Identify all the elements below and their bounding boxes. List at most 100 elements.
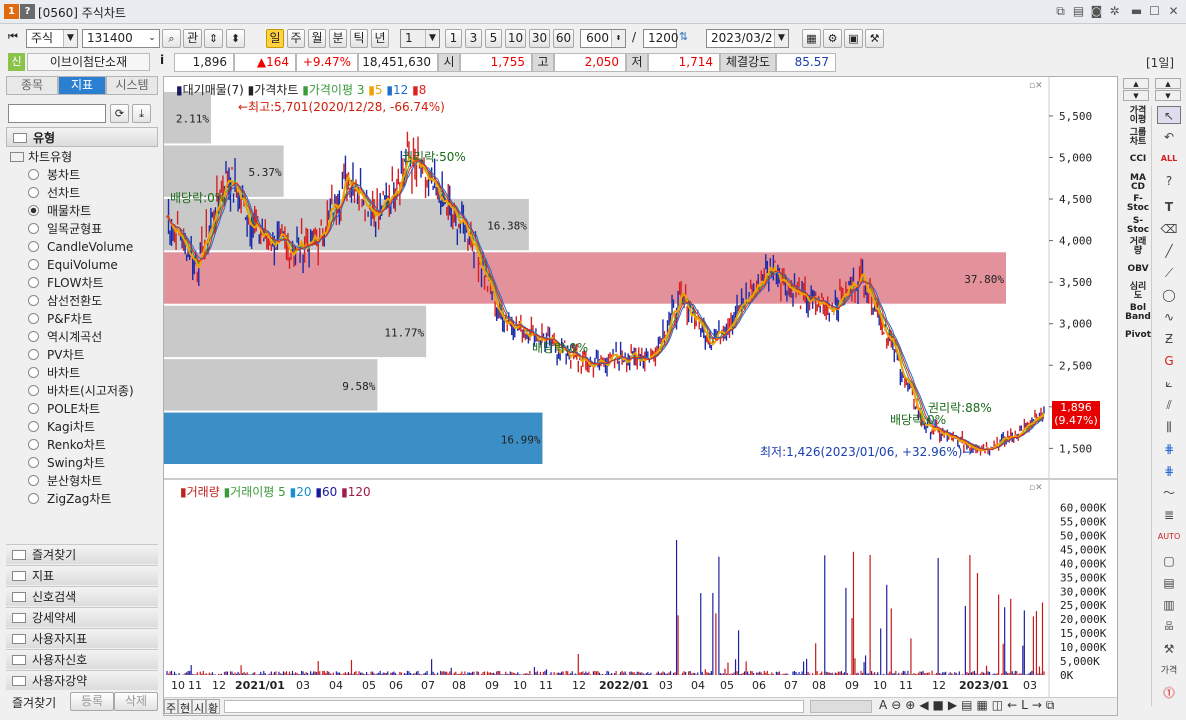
radio-icon[interactable] [28, 223, 39, 234]
chart-type-item[interactable]: 매물차트 [28, 202, 92, 220]
radio-icon[interactable] [28, 493, 39, 504]
interval-60[interactable]: 60 [553, 29, 574, 48]
period-day[interactable]: 일 [266, 29, 284, 48]
alert-icon[interactable]: ⓵ [1157, 684, 1181, 702]
chart-type-item[interactable]: P&F차트 [28, 310, 93, 328]
chart-type-item[interactable]: 바차트 [28, 364, 80, 382]
profile-icon[interactable]: 品 [1157, 618, 1181, 636]
period-month[interactable]: 월 [308, 29, 326, 48]
undo-icon[interactable]: ↶ [1157, 128, 1181, 146]
chart-type-item[interactable]: Swing차트 [28, 454, 105, 472]
chart-type-item[interactable]: POLE차트 [28, 400, 100, 418]
radio-icon[interactable] [28, 295, 39, 306]
tab-system[interactable]: 시스템 [106, 76, 158, 95]
chart-type-item[interactable]: PV차트 [28, 346, 85, 364]
navigation-icons[interactable]: A⊖⊕◀■▶▤▦◫←L→⧉ [879, 698, 1059, 713]
chart-type-item[interactable]: 일목균형표 [28, 220, 102, 238]
updown-icon[interactable]: ⇕ [204, 29, 223, 48]
group-item[interactable]: 즐겨찾기 [6, 544, 158, 564]
radio-icon[interactable] [28, 259, 39, 270]
price-icon[interactable]: 가격 [1157, 662, 1181, 680]
market-select[interactable]: 주식 ▼ [26, 29, 78, 48]
tool-macd[interactable]: MA CD [1125, 174, 1151, 192]
tool-cci[interactable]: CCI [1125, 155, 1151, 164]
group-item[interactable]: 신호검색 [6, 586, 158, 606]
bottom-tab-hyeon[interactable]: 현 [178, 699, 192, 715]
chart-type-item[interactable]: 역시계곡선 [28, 328, 102, 346]
radio-icon[interactable] [28, 313, 39, 324]
radio-icon[interactable] [28, 277, 39, 288]
interval-10[interactable]: 10 [505, 29, 526, 48]
memo-icon[interactable]: ▤ [1070, 3, 1087, 20]
horizontal-scrollbar[interactable] [224, 700, 804, 713]
tool-bollinger[interactable]: Bol Band [1125, 304, 1151, 322]
scroll-down-icon[interactable]: ▼ [1123, 90, 1149, 101]
chart-type-item[interactable]: 봉차트 [28, 166, 80, 184]
scroll-up-icon[interactable]: ▲ [1123, 78, 1149, 89]
reload-icon[interactable]: ⟳ [110, 104, 129, 123]
close-button[interactable]: ✕ [1165, 3, 1182, 20]
search-icon[interactable]: ⌕ [162, 29, 181, 48]
radio-icon[interactable] [28, 349, 39, 360]
cycle-icon[interactable]: ⫼ [1157, 418, 1181, 436]
radio-icon[interactable] [28, 421, 39, 432]
help-icon[interactable]: ? [20, 4, 35, 19]
interval-30[interactable]: 30 [529, 29, 550, 48]
bottom-tab-si[interactable]: 시 [192, 699, 206, 715]
chart-type-item[interactable]: 선차트 [28, 184, 80, 202]
radio-icon[interactable] [28, 475, 39, 486]
pane-close-icon[interactable]: ▫✕ [1029, 483, 1043, 493]
chart-type-item[interactable]: ZigZag차트 [28, 490, 111, 508]
chart-type-item[interactable]: CandleVolume [28, 238, 133, 256]
radio-icon[interactable] [28, 187, 39, 198]
period-week[interactable]: 주 [287, 29, 305, 48]
chart-type-item[interactable]: 분산형차트 [28, 472, 102, 490]
channel-icon[interactable]: ⫽ [1157, 396, 1181, 414]
fan-icon[interactable]: ⟀ [1157, 374, 1181, 392]
interval-1[interactable]: 1 [445, 29, 462, 48]
tool-volume[interactable]: 거래 량 [1125, 238, 1151, 256]
zigzag-icon[interactable]: Ƶ [1157, 330, 1181, 348]
circle-icon[interactable]: ◯ [1157, 286, 1181, 304]
wrench-icon[interactable]: ⚒ [1157, 640, 1181, 658]
minimize-button[interactable]: ▬ [1128, 3, 1145, 20]
save-icon[interactable]: ▣ [844, 29, 863, 48]
tool-f-stoc[interactable]: F- Stoc [1125, 195, 1151, 213]
interval-select[interactable]: 1 ▼ [400, 29, 440, 48]
chart-area[interactable]: 2.11% 5.37% 16.38% 37.80% 11.77% 9.58% 16.99% … [163, 76, 1118, 716]
maximize-button[interactable]: ☐ [1146, 3, 1163, 20]
refresh-icon[interactable]: ⇅ [679, 30, 688, 43]
period-minute[interactable]: 분 [329, 29, 347, 48]
delete-button[interactable]: 삭제 [114, 692, 158, 711]
total-input[interactable]: 1200 [643, 29, 679, 48]
tool-group-chart[interactable]: 그룹 차트 [1125, 129, 1151, 147]
chart-type-item[interactable]: Renko차트 [28, 436, 106, 454]
register-button[interactable]: 등록 [70, 692, 114, 711]
fibonacci-icon[interactable]: ≣ [1157, 506, 1181, 524]
text-icon[interactable]: T [1157, 198, 1181, 216]
section-type[interactable]: 유형 [6, 127, 158, 147]
date-picker[interactable]: 2023/03/21 ▼ [706, 29, 789, 48]
tool-price-ma[interactable]: 가격 이평 [1125, 107, 1151, 125]
info-icon[interactable]: i [156, 53, 168, 67]
first-icon[interactable]: ⏮ [8, 30, 18, 44]
indicator-search-input[interactable] [8, 104, 106, 123]
chart-canvas[interactable]: 2.11%5.37%16.38%37.80%11.77%9.58%16.99% … [164, 77, 1117, 715]
gear-icon[interactable]: ⚙ [823, 29, 842, 48]
tool-s-stoc[interactable]: S- Stoc [1125, 217, 1151, 235]
interval-3[interactable]: 3 [465, 29, 482, 48]
tool-pivot[interactable]: Pivot [1125, 331, 1151, 340]
group-item[interactable]: 사용자강약 [6, 670, 158, 690]
gann-icon[interactable]: G [1157, 352, 1181, 370]
tool-obv[interactable]: OBV [1125, 265, 1151, 274]
trend-line-icon[interactable]: ⟋ [1157, 264, 1181, 282]
app-badge-icon[interactable]: 1 [4, 4, 19, 19]
group-item[interactable]: 지표 [6, 565, 158, 585]
bottom-tab-ju[interactable]: 주 [164, 699, 178, 715]
stock-name[interactable]: 이브이첨단소재 [27, 53, 150, 71]
radio-icon[interactable] [28, 331, 39, 342]
radio-icon[interactable] [28, 439, 39, 450]
radio-icon[interactable] [28, 457, 39, 468]
tools-icon[interactable]: ⚒ [865, 29, 884, 48]
tool-psychology[interactable]: 심리 도 [1125, 283, 1151, 301]
